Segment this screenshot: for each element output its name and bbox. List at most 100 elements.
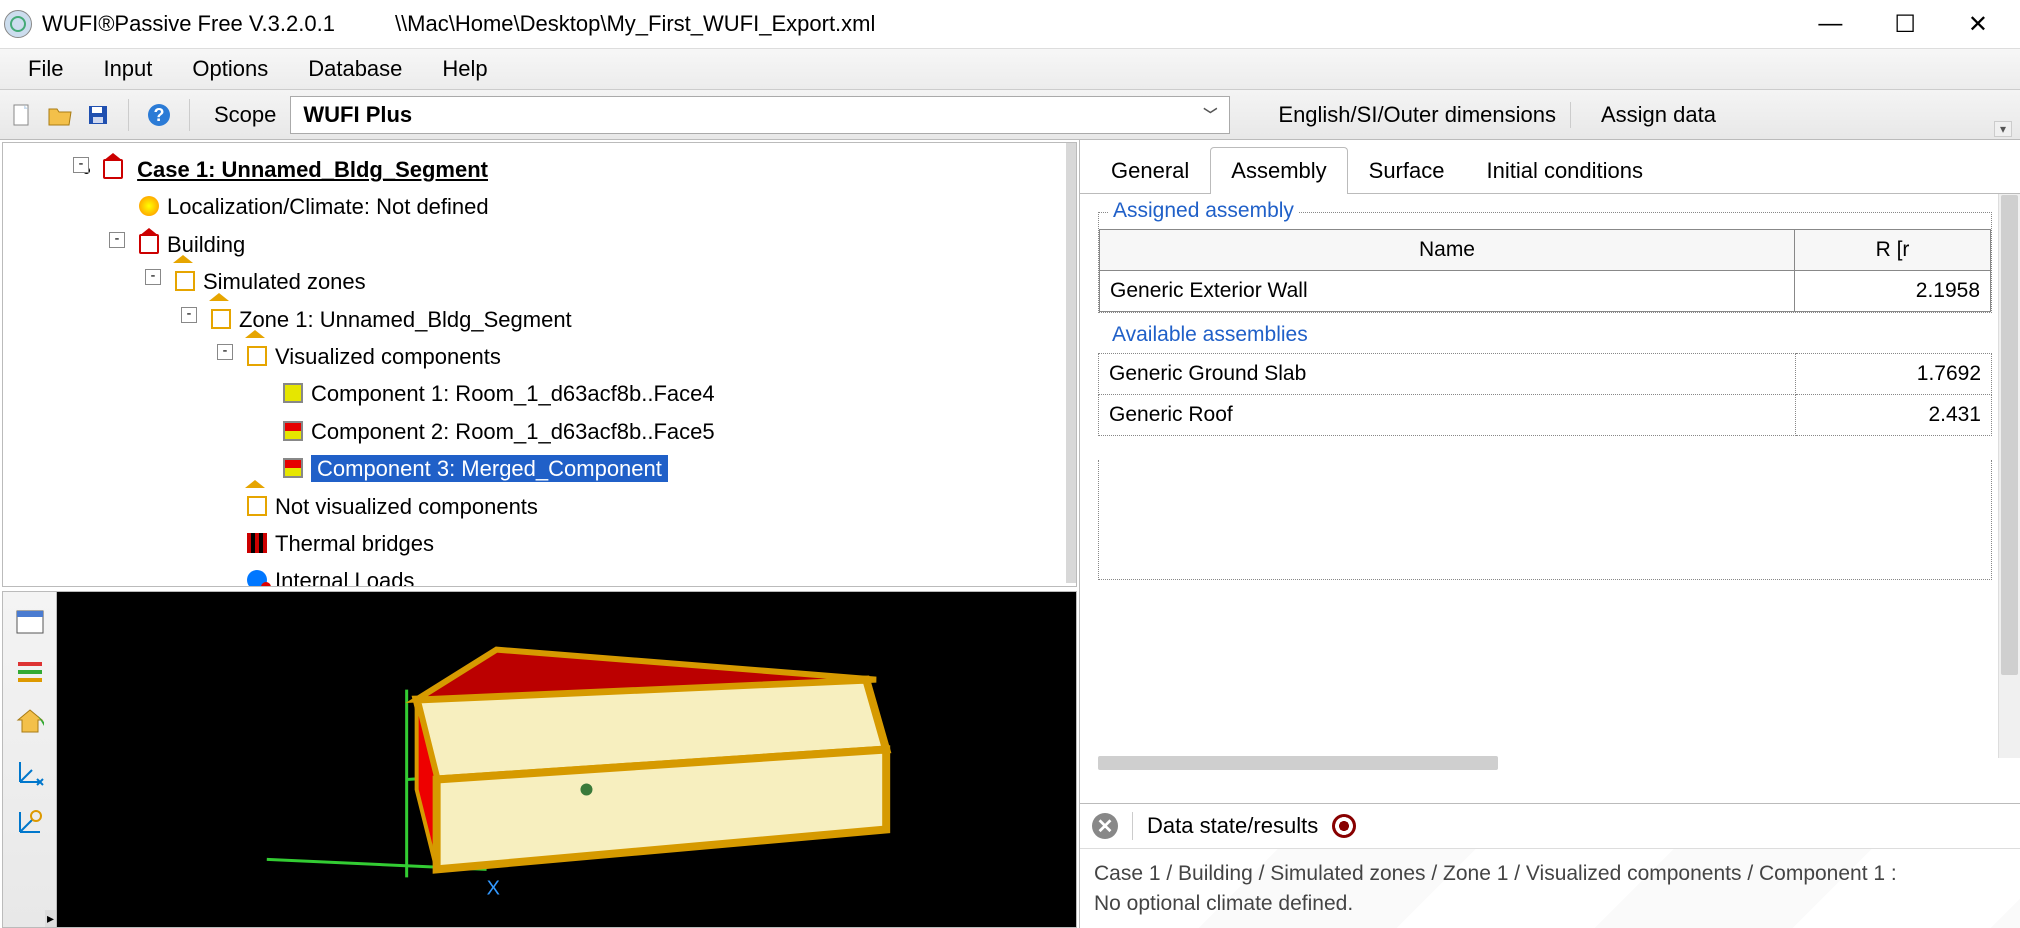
tree-comp2-node[interactable]: Component 2: Room_1_d63acf8b..Face5 (283, 413, 1072, 450)
assigned-legend: Assigned assembly (1109, 199, 1298, 223)
sun-icon (139, 196, 159, 216)
toolbar-overflow-icon[interactable]: ▾ (1994, 121, 2012, 137)
menu-help[interactable]: Help (442, 56, 487, 82)
collapse-icon[interactable]: - (181, 307, 197, 323)
tree-label: Case 1: Unnamed_Bldg_Segment (137, 157, 488, 182)
tab-assembly[interactable]: Assembly (1210, 147, 1347, 194)
help-icon[interactable]: ? (145, 101, 173, 129)
app-title: WUFI®Passive Free V.3.2.0.1 (42, 11, 335, 37)
menu-options[interactable]: Options (192, 56, 268, 82)
panel-hscrollbar[interactable] (1098, 756, 1498, 770)
tree-notvis-node[interactable]: Not visualized components (247, 488, 1072, 525)
new-file-icon[interactable] (8, 101, 36, 129)
close-button[interactable]: ✕ (1968, 10, 1988, 39)
available-table[interactable]: Generic Ground Slab 1.7692 Generic Roof … (1098, 353, 1992, 436)
table-row[interactable]: Generic Ground Slab 1.7692 (1099, 354, 1992, 395)
col-r: R [r (1794, 230, 1990, 271)
house-icon (139, 234, 159, 254)
tree-zone1-node[interactable]: - Zone 1: Unnamed_Bldg_Segment - Visuali… (211, 301, 1072, 587)
cell-name: Generic Ground Slab (1099, 354, 1796, 395)
collapse-icon[interactable]: - (109, 232, 125, 248)
tree-climate-node[interactable]: Localization/Climate: Not defined (139, 188, 1072, 225)
collapse-icon[interactable]: - (145, 269, 161, 285)
table-row[interactable]: Generic Roof 2.431 (1099, 395, 1992, 436)
viewer-wrap: ▸ X (2, 591, 1077, 928)
tree-label: Component 1: Room_1_d63acf8b..Face4 (311, 381, 715, 406)
available-assemblies-group: Available assemblies Generic Ground Slab… (1098, 337, 1992, 436)
panel-scrollbar[interactable] (1998, 194, 2020, 758)
house-icon (247, 496, 267, 516)
axes-icon[interactable] (14, 756, 46, 788)
tab-initial-conditions[interactable]: Initial conditions (1465, 147, 1664, 194)
tab-surface[interactable]: Surface (1348, 147, 1466, 194)
tree-internal-loads-node[interactable]: Internal Loads (247, 562, 1072, 587)
svg-text:?: ? (154, 105, 165, 125)
maximize-button[interactable]: ☐ (1894, 10, 1916, 39)
assign-data-button[interactable]: Assign data (1587, 102, 1730, 128)
menu-file[interactable]: File (28, 56, 63, 82)
titlebar: WUFI®Passive Free V.3.2.0.1 \\Mac\Home\D… (0, 0, 2020, 48)
cell-r: 2.431 (1795, 395, 1991, 436)
cell-name: Generic Exterior Wall (1100, 271, 1795, 312)
collapse-icon[interactable]: - (73, 157, 89, 173)
axis-x-label: X (487, 877, 500, 899)
tree-label: Simulated zones (203, 269, 366, 294)
tree-simzones-node[interactable]: - Simulated zones - Zone 1: Unnamed_Bldg… (175, 263, 1072, 587)
home-icon[interactable] (14, 706, 46, 738)
results-line: Case 1 / Building / Simulated zones / Zo… (1094, 859, 2006, 888)
house-icon (175, 271, 195, 291)
app-icon (4, 10, 32, 38)
assigned-assembly-group: Assigned assembly Name R [r Generic Exte… (1098, 212, 1992, 313)
tree-label: Localization/Climate: Not defined (167, 194, 489, 219)
tabs-row: General Assembly Surface Initial conditi… (1080, 140, 2020, 194)
tree-viscomp-node[interactable]: - Visualized components Component 1: Roo… (247, 338, 1072, 488)
target-icon (1332, 814, 1356, 838)
house-icon (247, 346, 267, 366)
orbit-icon[interactable] (14, 806, 46, 838)
tree-comp3-node[interactable]: Component 3: Merged_Component (283, 450, 1072, 487)
collapse-icon[interactable]: - (217, 344, 233, 360)
results-body: Case 1 / Building / Simulated zones / Zo… (1080, 849, 2020, 928)
menubar: File Input Options Database Help (0, 48, 2020, 90)
panel-icon[interactable] (14, 606, 46, 638)
tree-thermal-node[interactable]: Thermal bridges (247, 525, 1072, 562)
expand-toolbar-icon[interactable]: ▸ (45, 910, 56, 927)
tree-panel: - Case 1: Unnamed_Bldg_Segment Localizat… (2, 142, 1077, 587)
tree-label: Visualized components (275, 344, 501, 369)
3d-viewer[interactable]: X (57, 592, 1076, 927)
close-results-icon[interactable]: ✕ (1092, 813, 1118, 839)
cell-r: 2.1958 (1794, 271, 1990, 312)
list-icon[interactable] (14, 656, 46, 688)
tree-label: Thermal bridges (275, 531, 434, 556)
table-row[interactable]: Generic Exterior Wall 2.1958 (1100, 271, 1991, 312)
save-icon[interactable] (84, 101, 112, 129)
open-file-icon[interactable] (46, 101, 74, 129)
scope-select[interactable]: WUFI Plus ﹀ (290, 96, 1230, 134)
tree-comp1-node[interactable]: Component 1: Room_1_d63acf8b..Face4 (283, 375, 1072, 412)
tab-general[interactable]: General (1090, 147, 1210, 194)
loads-icon (247, 570, 267, 587)
units-toggle[interactable]: English/SI/Outer dimensions (1264, 102, 1571, 128)
cell-r: 1.7692 (1795, 354, 1991, 395)
tree-label: Zone 1: Unnamed_Bldg_Segment (239, 307, 572, 332)
tree-case-node[interactable]: - Case 1: Unnamed_Bldg_Segment Localizat… (103, 151, 1072, 587)
available-legend: Available assemblies (1108, 323, 1312, 347)
menu-database[interactable]: Database (308, 56, 402, 82)
thermal-bridge-icon (247, 533, 267, 553)
menu-input[interactable]: Input (103, 56, 152, 82)
tree-label: Internal Loads (275, 568, 414, 587)
component-icon (283, 458, 303, 478)
assigned-table[interactable]: Name R [r Generic Exterior Wall 2.1958 (1099, 229, 1991, 312)
component-icon (283, 421, 303, 441)
file-path: \\Mac\Home\Desktop\My_First_WUFI_Export.… (395, 11, 875, 37)
scope-label: Scope (214, 102, 276, 128)
tree-label: Component 2: Room_1_d63acf8b..Face5 (311, 419, 715, 444)
results-title: Data state/results (1147, 813, 1318, 839)
tree-building-node[interactable]: - Building - Simulated zones - Zon (139, 226, 1072, 587)
scope-value: WUFI Plus (303, 102, 412, 128)
minimize-button[interactable]: — (1818, 10, 1842, 39)
available-empty-area (1098, 460, 1992, 580)
tree-label: Not visualized components (275, 494, 538, 519)
house-icon (211, 309, 231, 329)
window-controls: — ☐ ✕ (1818, 10, 2016, 39)
